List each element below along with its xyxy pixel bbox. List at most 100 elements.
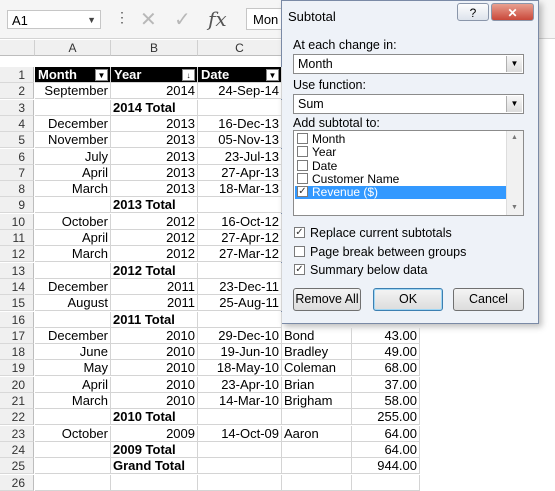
cell-month[interactable]: April xyxy=(35,164,111,181)
row-header[interactable]: 5 xyxy=(0,132,34,149)
chevron-down-icon[interactable]: ▼ xyxy=(506,96,522,112)
cancel-button[interactable]: Cancel xyxy=(453,288,524,311)
at-each-change-select[interactable]: Month ▼ xyxy=(293,54,524,74)
cell-month[interactable] xyxy=(35,197,111,214)
cell-date[interactable] xyxy=(198,474,282,491)
cell-date[interactable]: 18-May-10 xyxy=(198,360,282,377)
cell-subtotal-label[interactable]: 2014 Total xyxy=(111,99,198,116)
cell-date[interactable]: 14-Oct-09 xyxy=(198,425,282,442)
cell-subtotal-label[interactable]: Grand Total xyxy=(111,458,198,475)
sort-filter-icon[interactable]: ↓ xyxy=(182,69,195,81)
cell-revenue[interactable]: 68.00 xyxy=(352,360,420,377)
cell-month[interactable]: December xyxy=(35,115,111,132)
cell-date[interactable] xyxy=(198,458,282,475)
cell-month[interactable]: June xyxy=(35,344,111,361)
cell-revenue[interactable]: 944.00 xyxy=(352,458,420,475)
cell-date[interactable] xyxy=(198,311,282,328)
scroll-down-icon[interactable]: ▼ xyxy=(507,201,522,215)
insert-function-icon[interactable]: fx xyxy=(208,7,227,31)
cell-month[interactable] xyxy=(35,409,111,426)
header-cell-year[interactable]: Year ↓ xyxy=(111,67,198,83)
row-header[interactable]: 4 xyxy=(0,115,34,132)
cell-year[interactable]: 2013 xyxy=(111,181,198,198)
cell-date[interactable]: 23-Dec-11 xyxy=(198,278,282,295)
row-header[interactable]: 24 xyxy=(0,441,34,458)
cell-month[interactable]: October xyxy=(35,425,111,442)
column-header-b[interactable]: B xyxy=(111,40,198,56)
drag-handle-icon[interactable]: ⋮ xyxy=(115,9,129,26)
name-box[interactable]: A1 ▼ xyxy=(7,10,101,29)
cell-customer-name[interactable]: Aaron xyxy=(282,425,352,442)
row-header[interactable]: 26 xyxy=(0,474,34,491)
list-scrollbar[interactable]: ▲ ▼ xyxy=(506,131,523,215)
add-subtotal-list[interactable]: Month Year Date Customer Name ✓ Revenue ($) ▲… xyxy=(293,130,524,216)
cell-year[interactable]: 2011 xyxy=(111,278,198,295)
cell-month[interactable]: April xyxy=(35,230,111,246)
checkbox[interactable]: ✓ xyxy=(294,227,305,238)
select-all-corner[interactable] xyxy=(0,40,35,56)
row-header[interactable]: 13 xyxy=(0,262,34,279)
row-header[interactable]: 2 xyxy=(0,83,34,100)
cell-month[interactable] xyxy=(35,311,111,328)
cell-month[interactable] xyxy=(35,99,111,116)
cell-month[interactable] xyxy=(35,262,111,279)
row-header[interactable]: 19 xyxy=(0,360,34,377)
header-cell-date[interactable]: Date ▼ xyxy=(198,67,282,83)
filter-dropdown-icon[interactable]: ▼ xyxy=(266,69,279,81)
cell-year[interactable]: 2010 xyxy=(111,360,198,377)
checkbox[interactable]: ✓ xyxy=(297,186,308,198)
cell-year[interactable]: 2009 xyxy=(111,425,198,442)
cell-revenue[interactable]: 64.00 xyxy=(352,425,420,442)
filter-dropdown-icon[interactable]: ▼ xyxy=(95,69,108,81)
cell-revenue[interactable]: 255.00 xyxy=(352,409,420,426)
checkbox[interactable] xyxy=(297,159,308,171)
row-header[interactable]: 8 xyxy=(0,181,34,198)
remove-all-button[interactable]: Remove All xyxy=(293,288,361,311)
cell-subtotal-label[interactable]: 2011 Total xyxy=(111,311,198,328)
cell-date[interactable]: 27-Mar-12 xyxy=(198,246,282,263)
cell-customer-name[interactable] xyxy=(282,474,352,491)
cell-revenue[interactable]: 49.00 xyxy=(352,344,420,361)
row-header[interactable]: 18 xyxy=(0,344,34,361)
scroll-up-icon[interactable]: ▲ xyxy=(507,131,522,145)
cell-year[interactable]: 2013 xyxy=(111,115,198,132)
cell-year[interactable]: 2013 xyxy=(111,132,198,149)
row-header[interactable]: 6 xyxy=(0,148,34,165)
cell-month[interactable] xyxy=(35,441,111,458)
chevron-down-icon[interactable]: ▼ xyxy=(506,56,522,72)
cell-subtotal-label[interactable]: 2012 Total xyxy=(111,262,198,279)
cell-date[interactable]: 23-Apr-10 xyxy=(198,376,282,393)
cell-revenue[interactable]: 64.00 xyxy=(352,441,420,458)
cell-date[interactable]: 23-Jul-13 xyxy=(198,148,282,165)
cell-year[interactable]: 2010 xyxy=(111,344,198,361)
cell-date[interactable]: 14-Mar-10 xyxy=(198,393,282,409)
subtotal-field-item[interactable]: ✓ Revenue ($) xyxy=(295,186,508,200)
cell-year[interactable] xyxy=(111,474,198,491)
subtotal-field-item[interactable]: Month xyxy=(295,133,508,146)
cell-date[interactable] xyxy=(198,197,282,214)
cell-date[interactable]: 25-Aug-11 xyxy=(198,295,282,312)
cell-year[interactable]: 2010 xyxy=(111,376,198,393)
checkbox[interactable] xyxy=(297,133,308,144)
cell-customer-name[interactable]: Bond xyxy=(282,327,352,344)
row-header[interactable]: 25 xyxy=(0,458,34,475)
cell-date[interactable]: 27-Apr-13 xyxy=(198,164,282,181)
checkbox[interactable] xyxy=(294,246,305,257)
row-header[interactable]: 21 xyxy=(0,393,34,409)
cell-month[interactable] xyxy=(35,458,111,475)
cell-year[interactable]: 2013 xyxy=(111,164,198,181)
cell-customer-name[interactable]: Bradley xyxy=(282,344,352,361)
column-header-a[interactable]: A xyxy=(35,40,111,56)
row-header[interactable]: 22 xyxy=(0,409,34,426)
cell-year[interactable]: 2012 xyxy=(111,246,198,263)
checkbox[interactable]: ✓ xyxy=(294,264,305,275)
cell-date[interactable] xyxy=(198,99,282,116)
cell-month[interactable]: December xyxy=(35,278,111,295)
cell-month[interactable]: October xyxy=(35,213,111,230)
cell-subtotal-label[interactable]: 2009 Total xyxy=(111,441,198,458)
row-header[interactable]: 17 xyxy=(0,327,34,344)
close-button[interactable]: ✕ xyxy=(491,3,534,21)
cell-month[interactable]: July xyxy=(35,148,111,165)
cell-customer-name[interactable] xyxy=(282,441,352,458)
chevron-down-icon[interactable]: ▼ xyxy=(87,11,96,30)
